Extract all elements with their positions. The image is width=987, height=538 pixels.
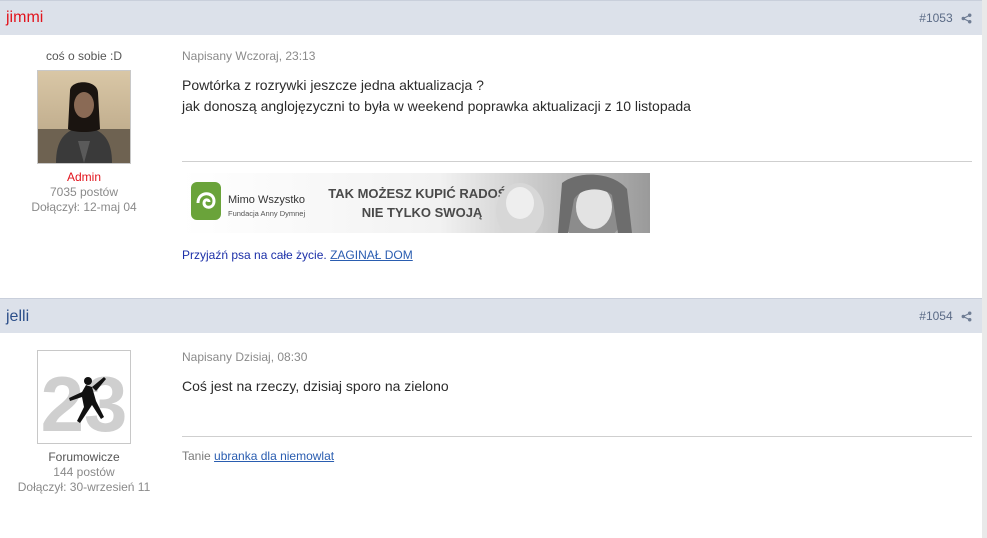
post-content: Napisany Wczoraj, 23:13 Powtórka z rozry… <box>182 49 972 262</box>
author-name[interactable]: jelli <box>6 308 29 326</box>
post-message: Powtórka z rozrywki jeszcze jedna aktual… <box>182 75 972 117</box>
signature: Przyjaźń psa na całe życie. ZAGINAŁ DOM <box>182 248 413 262</box>
join-date: Dołączył: 30-wrzesień 11 <box>17 480 151 494</box>
banner-slogan-2: NIE TYLKO SWOJĄ <box>362 205 483 220</box>
avatar[interactable] <box>37 70 131 164</box>
post-content: Napisany Dzisiaj, 08:30 Coś jest na rzec… <box>182 350 972 463</box>
share-icon[interactable] <box>961 13 972 24</box>
banner-logo-sub: Fundacja Anny Dymnej <box>228 209 305 218</box>
message-line: Powtórka z rozrywki jeszcze jedna aktual… <box>182 77 484 93</box>
post-header: jimmi #1053 <box>0 0 982 35</box>
signature-link[interactable]: ubranka dla niemowlat <box>214 449 334 463</box>
user-rank: Admin <box>66 170 101 184</box>
post-count: 7035 postów <box>49 185 119 199</box>
signature: Tanie ubranka dla niemowlat <box>182 449 334 463</box>
message-line: jak donoszą anglojęzyczni to była w week… <box>182 98 691 114</box>
post-1053: jimmi #1053 coś o sobie :D Admin 7035 po… <box>0 0 982 298</box>
message-line: Coś jest na rzeczy, dzisiaj sporo na zie… <box>182 378 449 394</box>
banner-logo-name: Mimo Wszystko <box>228 194 305 206</box>
signature-text: Przyjaźń psa na całe życie. <box>182 248 327 262</box>
post-number: #1054 <box>919 309 972 323</box>
posted-date: Napisany Wczoraj, 23:13 <box>182 49 316 63</box>
signature-divider <box>182 161 972 162</box>
post-number: #1053 <box>919 11 972 25</box>
share-icon[interactable] <box>961 311 972 322</box>
posted-date: Napisany Dzisiaj, 08:30 <box>182 350 308 364</box>
post-count: 144 postów <box>53 465 115 479</box>
banner-image[interactable]: Mimo Wszystko Fundacja Anny Dymnej TAK M… <box>182 173 650 233</box>
user-info: coś o sobie :D Admin 7035 postów Dołączy… <box>0 49 168 215</box>
signature-divider <box>182 436 972 437</box>
foundation-logo-icon <box>191 182 221 220</box>
post-message: Coś jest na rzeczy, dzisiaj sporo na zie… <box>182 376 972 397</box>
banner-slogan-1: TAK MOŻESZ KUPIĆ RADOŚĆ <box>328 186 516 201</box>
user-title: coś o sobie :D <box>45 49 123 63</box>
signature-link[interactable]: ZAGINAŁ DOM <box>330 248 413 262</box>
join-date: Dołączył: 12-maj 04 <box>31 200 137 214</box>
user-rank: Forumowicze <box>48 450 120 464</box>
signature-text: Tanie <box>182 449 211 463</box>
user-info: 23 Forumowicze 144 postów Dołączył: 30-w… <box>0 350 168 495</box>
author-name[interactable]: jimmi <box>6 9 43 27</box>
scrollbar-track[interactable] <box>982 0 987 538</box>
post-header: jelli #1054 <box>0 298 982 333</box>
post-1054: jelli #1054 23 Forumowicze 144 postów Do… <box>0 298 982 538</box>
avatar[interactable]: 23 <box>37 350 131 444</box>
post-number-link[interactable]: #1054 <box>919 309 952 323</box>
post-number-link[interactable]: #1053 <box>919 11 952 25</box>
